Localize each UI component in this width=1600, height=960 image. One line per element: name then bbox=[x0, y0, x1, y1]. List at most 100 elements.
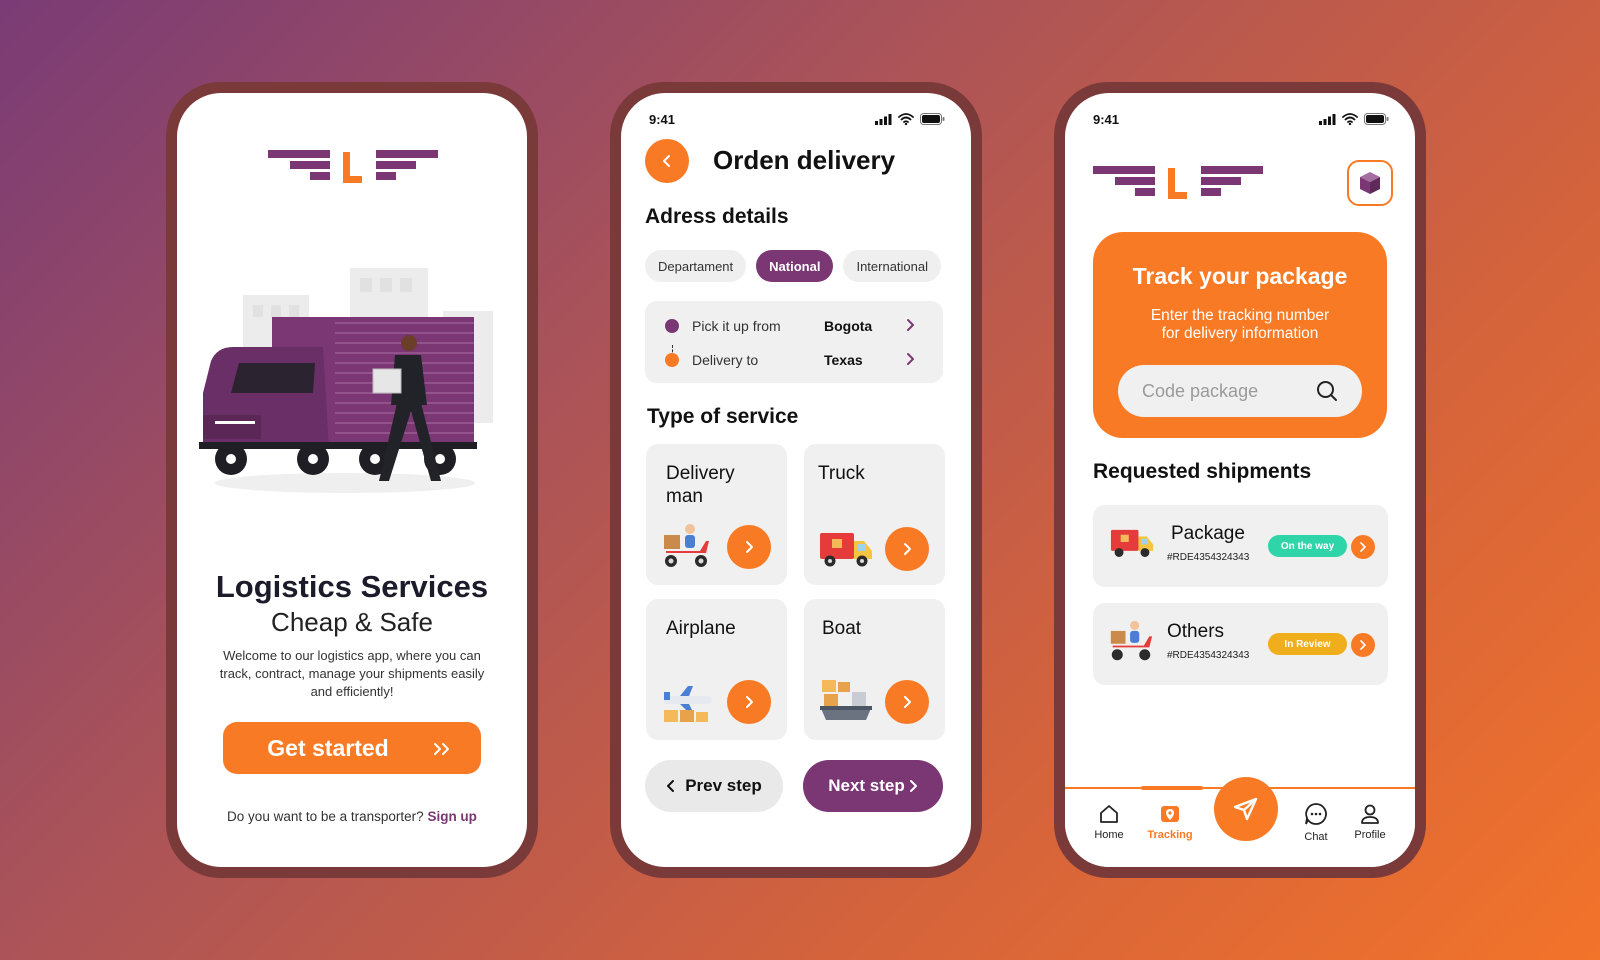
service-name: Truck bbox=[818, 463, 865, 484]
brand-logo bbox=[268, 150, 438, 183]
send-button[interactable] bbox=[1214, 777, 1278, 841]
get-started-button[interactable]: Get started bbox=[223, 722, 481, 774]
get-started-label: Get started bbox=[267, 734, 389, 761]
nav-tracking-label: Tracking bbox=[1147, 829, 1193, 841]
wifi-icon bbox=[1342, 113, 1358, 125]
shipment-open-button[interactable] bbox=[1351, 535, 1375, 559]
send-icon bbox=[1233, 797, 1258, 821]
service-name: Delivery man bbox=[666, 463, 735, 507]
map-pin-icon bbox=[1161, 806, 1179, 822]
shipment-open-button[interactable] bbox=[1351, 633, 1375, 657]
service-name: Boat bbox=[822, 618, 862, 639]
chevron-right-icon bbox=[1360, 542, 1366, 552]
wifi-icon bbox=[898, 113, 914, 125]
service-go-button[interactable] bbox=[885, 527, 929, 571]
chevron-right-icon bbox=[745, 696, 753, 708]
profile-icon bbox=[1361, 804, 1379, 824]
service-go-button[interactable] bbox=[727, 525, 771, 569]
status-icons bbox=[875, 113, 945, 125]
status-time: 9:41 bbox=[649, 111, 676, 127]
chat-icon bbox=[1305, 803, 1327, 825]
pickup-dot-icon bbox=[665, 319, 679, 333]
service-card-boat[interactable]: Boat bbox=[804, 599, 945, 740]
search-input[interactable] bbox=[1142, 380, 1302, 402]
scope-tabs: Departament National International bbox=[645, 250, 942, 282]
delivery-row[interactable]: Delivery to Texas bbox=[665, 350, 923, 370]
delivery-dot-icon bbox=[665, 353, 679, 367]
double-chevron-right-icon bbox=[433, 735, 451, 762]
chevron-right-icon bbox=[906, 318, 915, 335]
service-heading: Type of service bbox=[647, 405, 799, 428]
service-go-button[interactable] bbox=[885, 680, 929, 724]
nav-tracking[interactable]: Tracking bbox=[1140, 803, 1200, 841]
signal-icon bbox=[875, 113, 892, 125]
brand-logo bbox=[1093, 166, 1263, 199]
track-desc-line1: Enter the tracking number bbox=[1150, 307, 1330, 324]
status-bar: 9:41 bbox=[1093, 111, 1389, 127]
battery-icon bbox=[1364, 113, 1389, 125]
page-title: Orden delivery bbox=[713, 145, 896, 175]
chevron-left-icon bbox=[663, 155, 670, 167]
home-icon bbox=[1100, 805, 1118, 823]
welcome-description: Welcome to our logistics app, where you … bbox=[219, 648, 485, 699]
active-tab-indicator bbox=[1141, 786, 1203, 790]
shipment-code: #RDE4354324343 bbox=[1167, 552, 1250, 563]
sign-up-link[interactable]: Sign up bbox=[427, 809, 477, 824]
prev-step-button[interactable]: Prev step bbox=[645, 760, 783, 812]
nav-profile-label: Profile bbox=[1354, 829, 1386, 841]
shipment-card[interactable]: Others #RDE4354324343 In Review bbox=[1093, 603, 1388, 685]
chevron-right-icon bbox=[903, 696, 911, 708]
package-box-button[interactable] bbox=[1347, 160, 1393, 206]
status-icons bbox=[1319, 113, 1389, 125]
welcome-title: Logistics Services bbox=[215, 569, 489, 604]
order-phone: 9:41 Orden delivery Adress details Depar… bbox=[610, 82, 982, 878]
scooter-courier-icon bbox=[664, 524, 709, 567]
chevron-right-icon bbox=[745, 541, 753, 553]
truck-courier-illustration bbox=[199, 253, 505, 493]
service-card-airplane[interactable]: Airplane bbox=[646, 599, 787, 740]
transporter-question: Do you want to be a transporter? bbox=[227, 809, 424, 824]
delivery-label: Delivery to bbox=[692, 352, 759, 368]
requested-shipments-heading: Requested shipments bbox=[1093, 460, 1312, 483]
tab-national[interactable]: National bbox=[756, 250, 834, 282]
shipment-card[interactable]: Package #RDE4354324343 On the way bbox=[1093, 505, 1388, 587]
chevron-left-icon bbox=[667, 780, 675, 792]
bottom-nav: Home Tracking Chat Profile bbox=[1065, 777, 1415, 867]
transporter-signup-prompt: Do you want to be a transporter? Sign up bbox=[177, 809, 527, 824]
nav-chat-label: Chat bbox=[1304, 831, 1328, 843]
search-icon[interactable] bbox=[1316, 380, 1338, 402]
delivery-truck-icon bbox=[820, 533, 872, 567]
scooter-courier-icon bbox=[1110, 620, 1153, 661]
pickup-value: Bogota bbox=[824, 318, 873, 334]
package-box-icon bbox=[1360, 172, 1380, 194]
tracking-screen: 9:41 Track your package Enter the tracki… bbox=[1065, 93, 1415, 867]
next-step-label: Next step bbox=[828, 776, 905, 795]
status-time: 9:41 bbox=[1093, 111, 1120, 127]
address-heading: Adress details bbox=[645, 205, 789, 228]
chevron-right-icon bbox=[909, 780, 917, 792]
delivery-truck-icon bbox=[1110, 529, 1154, 557]
cargo-airplane-icon bbox=[664, 686, 712, 722]
back-button[interactable] bbox=[645, 139, 689, 183]
delivery-value: Texas bbox=[824, 352, 863, 368]
tab-international[interactable]: International bbox=[843, 250, 942, 282]
track-card-title: Track your package bbox=[1132, 263, 1348, 289]
service-card-truck[interactable]: Truck bbox=[804, 444, 945, 585]
nav-profile[interactable]: Profile bbox=[1340, 803, 1400, 841]
signal-icon bbox=[1319, 113, 1336, 125]
service-go-button[interactable] bbox=[727, 680, 771, 724]
shipment-code: #RDE4354324343 bbox=[1167, 650, 1250, 661]
track-card-description: Enter the tracking number for delivery i… bbox=[1123, 307, 1357, 343]
service-card-delivery-man[interactable]: Delivery man bbox=[646, 444, 787, 585]
chevron-right-icon bbox=[903, 543, 911, 555]
welcome-phone: Logistics Services Cheap & Safe Welcome … bbox=[166, 82, 538, 878]
tab-departament[interactable]: Departament bbox=[645, 250, 747, 282]
cargo-ship-icon bbox=[820, 680, 872, 720]
shipment-name: Others bbox=[1167, 621, 1225, 642]
address-card: Pick it up from Bogota Delivery to Texas bbox=[645, 301, 943, 383]
nav-chat[interactable]: Chat bbox=[1286, 801, 1346, 843]
search-bar bbox=[1118, 365, 1362, 417]
next-step-button[interactable]: Next step bbox=[803, 760, 943, 812]
nav-home[interactable]: Home bbox=[1079, 803, 1139, 841]
pickup-row[interactable]: Pick it up from Bogota bbox=[665, 316, 923, 336]
